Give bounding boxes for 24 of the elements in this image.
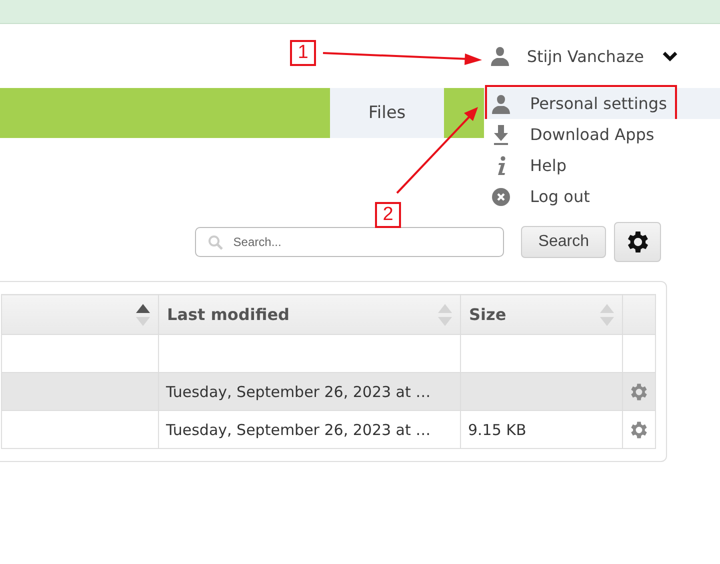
date-text: Tuesday, September 26, 2023 at … [166, 382, 431, 400]
chevron-icon [662, 50, 678, 62]
table-row[interactable]: Tuesday, September 26, 2023 at … 9.15 KB [2, 410, 656, 448]
sort-icon[interactable] [136, 304, 150, 326]
table-row[interactable]: Tuesday, September 26, 2023 at … [2, 372, 656, 410]
annotation-label: 2 [375, 202, 401, 228]
download-icon [492, 124, 510, 144]
annotation-label: 1 [290, 40, 316, 66]
column-header[interactable]: Size [460, 294, 622, 334]
close-icon [492, 188, 510, 206]
menu-item[interactable]: Personal settings [484, 88, 720, 119]
column-header[interactable]: Last modified [158, 294, 460, 334]
settings-button[interactable] [614, 222, 661, 262]
search-icon [208, 235, 224, 250]
size-text: 9.15 KB [468, 420, 526, 438]
column-title: Last modified [167, 305, 290, 324]
nav-tab[interactable]: Files [330, 88, 444, 138]
date-text: Tuesday, September 26, 2023 at … [166, 420, 431, 438]
search-field[interactable]: Search... [195, 227, 504, 257]
search-button[interactable]: Search [521, 226, 606, 258]
user-icon [490, 46, 509, 66]
user-icon [492, 94, 510, 114]
column-title: Size [469, 305, 506, 324]
user-menu-button[interactable]: Stijn Vanchaze [490, 46, 678, 66]
